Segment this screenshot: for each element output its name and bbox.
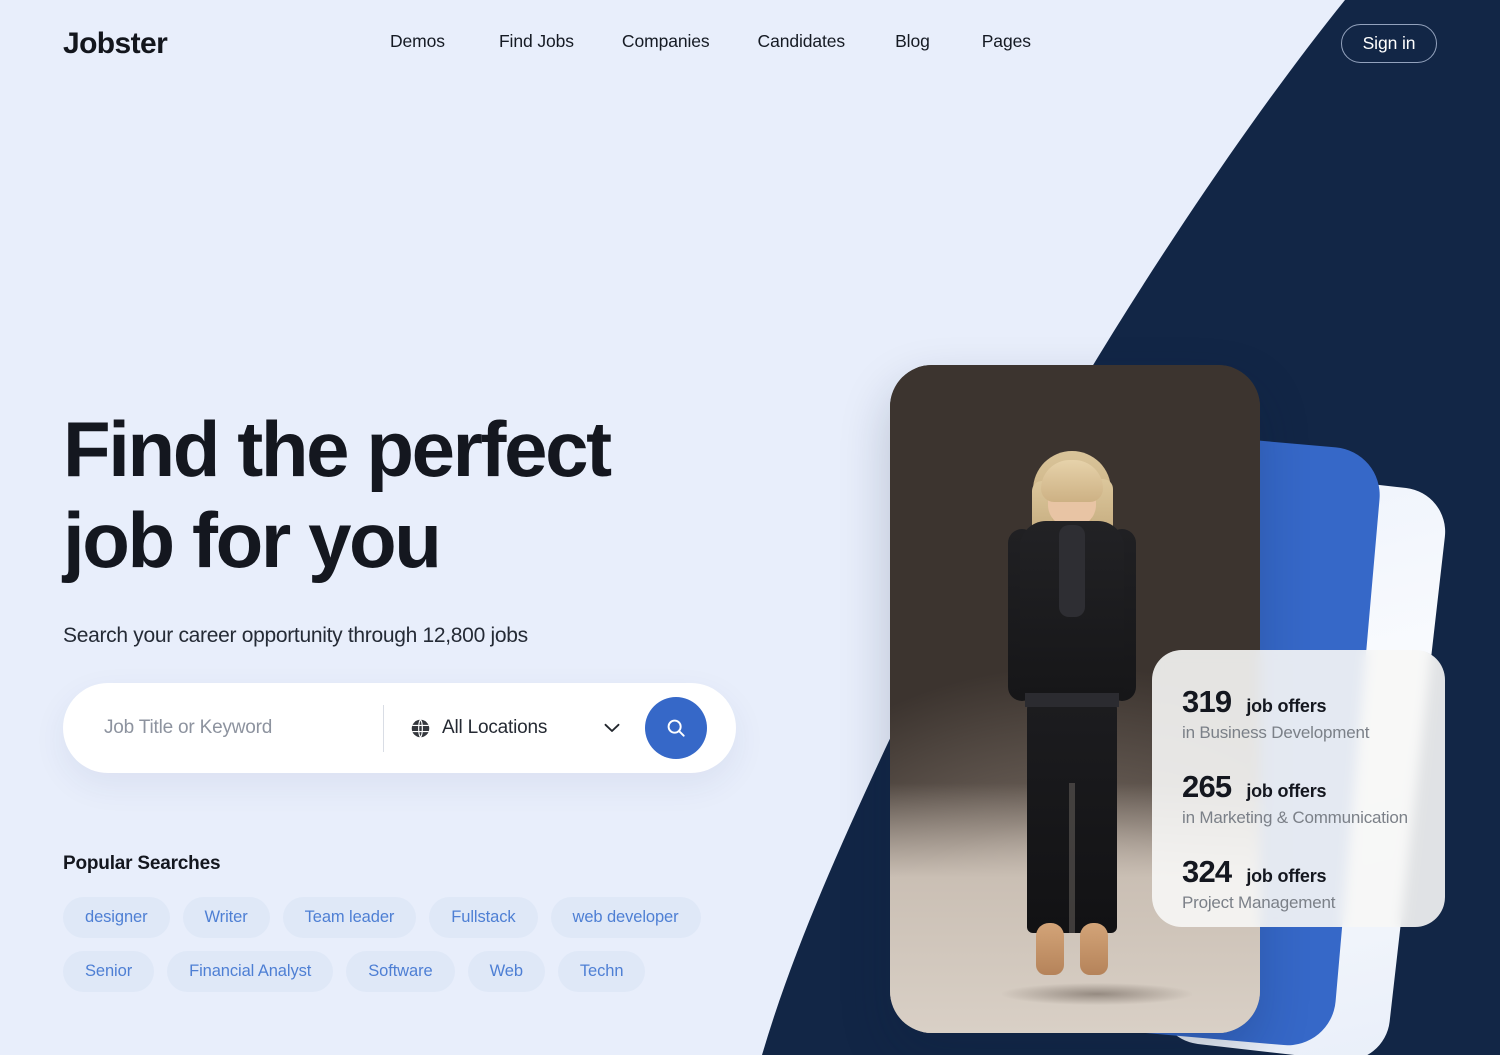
stat-count: 265	[1182, 769, 1232, 804]
main-navigation: Demos Find Jobs Companies Candidates Blo…	[390, 31, 1031, 52]
hair-front	[1041, 460, 1103, 502]
site-header: Jobster Demos Find Jobs Companies Candid…	[0, 0, 1500, 88]
nav-item-pages[interactable]: Pages	[982, 31, 1031, 52]
sign-in-label: Sign in	[1362, 33, 1416, 53]
search-tag[interactable]: web developer	[550, 897, 701, 938]
head	[1048, 467, 1096, 527]
popular-searches: Popular Searches designer Writer Team le…	[63, 853, 753, 992]
search-divider	[383, 704, 384, 752]
nav-item-candidates[interactable]: Candidates	[758, 31, 846, 52]
search-tag[interactable]: Web	[467, 951, 545, 992]
search-tag[interactable]: Software	[346, 951, 455, 992]
location-select[interactable]: All Locations	[410, 717, 620, 739]
stat-headline: 265 job offers	[1182, 769, 1445, 805]
search-tag[interactable]: Team leader	[282, 897, 417, 938]
stat-headline: 319 job offers	[1182, 684, 1445, 720]
blazer-lapel	[1059, 525, 1085, 617]
globe-icon	[411, 718, 430, 738]
stat-item: 265 job offers in Marketing & Communicat…	[1182, 769, 1445, 828]
hair-left	[1032, 481, 1052, 567]
arm-right	[1108, 529, 1136, 701]
stat-count: 324	[1182, 854, 1232, 889]
arm-left	[1008, 529, 1036, 701]
location-value: All Locations	[442, 717, 548, 738]
nav-item-find-jobs[interactable]: Find Jobs	[499, 31, 574, 52]
hair-back	[1033, 451, 1111, 545]
hair-right	[1092, 479, 1113, 567]
stat-item: 324 job offers Project Management	[1182, 854, 1445, 913]
landing-page: 319 job offers in Business Development 2…	[0, 0, 1500, 1055]
job-offers-stats-card: 319 job offers in Business Development 2…	[1152, 650, 1445, 927]
stat-headline: 324 job offers	[1182, 854, 1445, 890]
sign-in-button[interactable]: Sign in	[1341, 24, 1437, 63]
nav-item-companies[interactable]: Companies	[622, 31, 710, 52]
stat-unit: job offers	[1246, 866, 1327, 886]
search-tag[interactable]: Senior	[63, 951, 155, 992]
search-tag[interactable]: Writer	[182, 897, 270, 938]
page-title: Find the perfect job for you	[63, 404, 783, 586]
brand-logo[interactable]: Jobster	[63, 27, 168, 61]
hero-content: Find the perfect job for you Search your…	[63, 404, 783, 648]
stat-category: in Marketing & Communication	[1182, 808, 1408, 827]
neck	[1061, 517, 1083, 545]
shoe-right	[1080, 923, 1108, 975]
trousers	[1027, 701, 1117, 933]
torso-blazer	[1020, 521, 1124, 697]
search-icon	[667, 719, 685, 737]
chevron-down-icon	[604, 723, 620, 732]
search-tag[interactable]: Techn	[557, 951, 646, 992]
belt	[1025, 693, 1119, 707]
search-tag[interactable]: Financial Analyst	[167, 951, 334, 992]
job-search-bar: All Locations	[63, 683, 736, 773]
search-tag[interactable]: designer	[63, 897, 170, 938]
stat-count: 319	[1182, 684, 1232, 719]
popular-searches-title: Popular Searches	[63, 853, 221, 874]
nav-item-blog[interactable]: Blog	[895, 31, 930, 52]
figure-shadow	[1002, 983, 1192, 1005]
search-tag[interactable]: Fullstack	[429, 897, 538, 938]
nav-item-demos[interactable]: Demos	[390, 31, 445, 52]
stat-category: in Business Development	[1182, 723, 1370, 742]
search-input[interactable]	[104, 717, 379, 739]
stat-unit: job offers	[1246, 696, 1327, 716]
hero-title-line-1: Find the perfect	[63, 405, 612, 493]
hero-title-line-2: job for you	[63, 496, 442, 584]
stat-unit: job offers	[1246, 781, 1327, 801]
shoe-left	[1036, 923, 1064, 975]
search-submit-button[interactable]	[645, 697, 708, 759]
leg-gap	[1069, 783, 1075, 933]
hero-subtitle: Search your career opportunity through 1…	[63, 624, 528, 647]
popular-searches-tags: designer Writer Team leader Fullstack we…	[63, 897, 753, 992]
stat-item: 319 job offers in Business Development	[1182, 684, 1445, 743]
stat-category: Project Management	[1182, 893, 1336, 912]
